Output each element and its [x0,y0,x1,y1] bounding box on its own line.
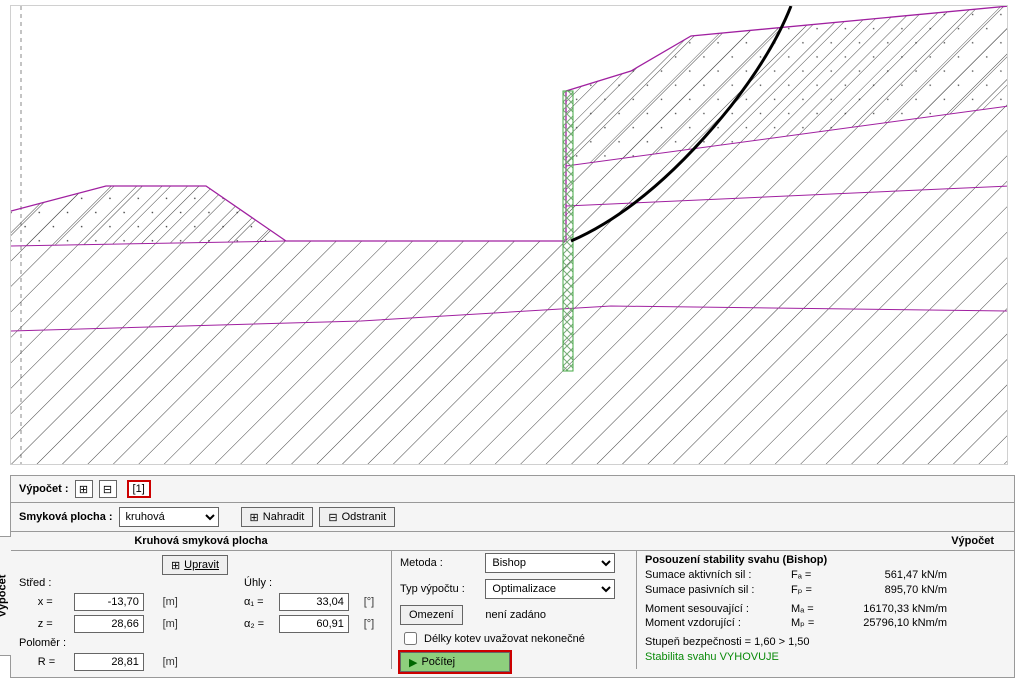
plus-icon: ⊞ [250,511,259,524]
res-fp-val: 895,70 kN/m [837,583,947,598]
a2-label: α₂ = [244,618,273,630]
nahradit-button[interactable]: ⊞ Nahradit [241,507,314,527]
slip-surface-select[interactable]: kruhová [119,507,219,527]
r-input[interactable] [74,653,144,671]
odstranit-button[interactable]: ⊟ Odstranit [319,507,395,527]
unit-deg-2: [°] [364,618,383,630]
r-label: R = [38,656,68,668]
delky-text: Délky kotev uvažovat nekonečné [424,633,585,645]
a1-input[interactable] [279,593,349,611]
res-mp-val: 25796,10 kNm/m [837,616,947,631]
side-tab-label: Výpočet [0,575,9,618]
nahradit-label: Nahradit [263,511,305,523]
res-ma-sym: Mₐ = [791,602,831,617]
upravit-button[interactable]: ⊞ Upravit [162,555,228,575]
slope-diagram [10,5,1008,465]
a2-input[interactable] [279,615,349,633]
pocitej-button[interactable]: ▶ Počítej [400,652,510,672]
unit-m: [m] [163,596,191,608]
minus-icon: ⊟ [328,511,337,524]
omezeni-button[interactable]: Omezení [400,605,463,625]
upravit-label: Upravit [184,559,219,571]
play-icon: ▶ [409,656,417,669]
res-ma-label: Moment sesouvající : [645,602,785,617]
omezeni-value: není zadáno [485,609,628,621]
uhly-label: Úhly : [244,577,383,589]
metoda-label: Metoda : [400,557,477,569]
res-fa-sym: Fₐ = [791,568,831,583]
slope-svg [11,6,1008,465]
x-input[interactable] [74,593,144,611]
omezeni-btn-label: Omezení [409,609,454,621]
res-mp-sym: Mₚ = [791,616,831,631]
typ-label: Typ výpočtu : [400,583,477,595]
res-fp-sym: Fₚ = [791,583,831,598]
slip-surface-label: Smyková plocha : [19,511,113,523]
res-mp-label: Moment vzdorující : [645,616,785,631]
pocitej-label: Počítej [421,656,455,668]
analysis-tab-1[interactable]: [1] [127,480,151,498]
circular-title: Kruhová smyková plocha [11,535,391,547]
unit-deg: [°] [364,596,383,608]
plus-icon: ⊞ [171,559,180,572]
vypocet-label: Výpočet : [19,483,69,495]
unit-m-3: [m] [163,656,191,668]
res-fa-val: 561,47 kN/m [837,568,947,583]
res-fp-label: Sumace pasivních sil : [645,583,785,598]
stability-ok: Stabilita svahu VYHOVUJE [645,650,1006,665]
results-title: Posouzení stability svahu (Bishop) [645,553,1006,568]
delky-checkbox-label[interactable]: Délky kotev uvažovat nekonečné [400,629,628,648]
a1-label: α₁ = [244,596,273,608]
side-tab[interactable]: Výpočet [0,536,11,656]
metoda-select[interactable]: Bishop [485,553,615,573]
safety-factor: Stupeň bezpečnosti = 1,60 > 1,50 [645,635,1006,650]
res-fa-label: Sumace aktivních sil : [645,568,785,583]
results-header: Výpočet [397,535,1014,547]
stred-label: Střed : [19,577,228,589]
odstranit-label: Odstranit [342,511,387,523]
add-analysis-button[interactable]: ⊞ [75,480,93,498]
polomer-label: Poloměr : [19,637,228,649]
remove-analysis-button[interactable]: ⊟ [99,480,117,498]
z-label: z = [38,618,68,630]
res-ma-val: 16170,33 kNm/m [837,602,947,617]
x-label: x = [38,596,68,608]
z-input[interactable] [74,615,144,633]
results-panel: Posouzení stability svahu (Bishop) Sumac… [636,551,1014,669]
control-panel: Výpočet Výpočet : ⊞ ⊟ [1] Smyková plocha… [10,475,1015,678]
delky-checkbox[interactable] [404,632,417,645]
typ-select[interactable]: Optimalizace [485,579,615,599]
unit-m-2: [m] [163,618,191,630]
